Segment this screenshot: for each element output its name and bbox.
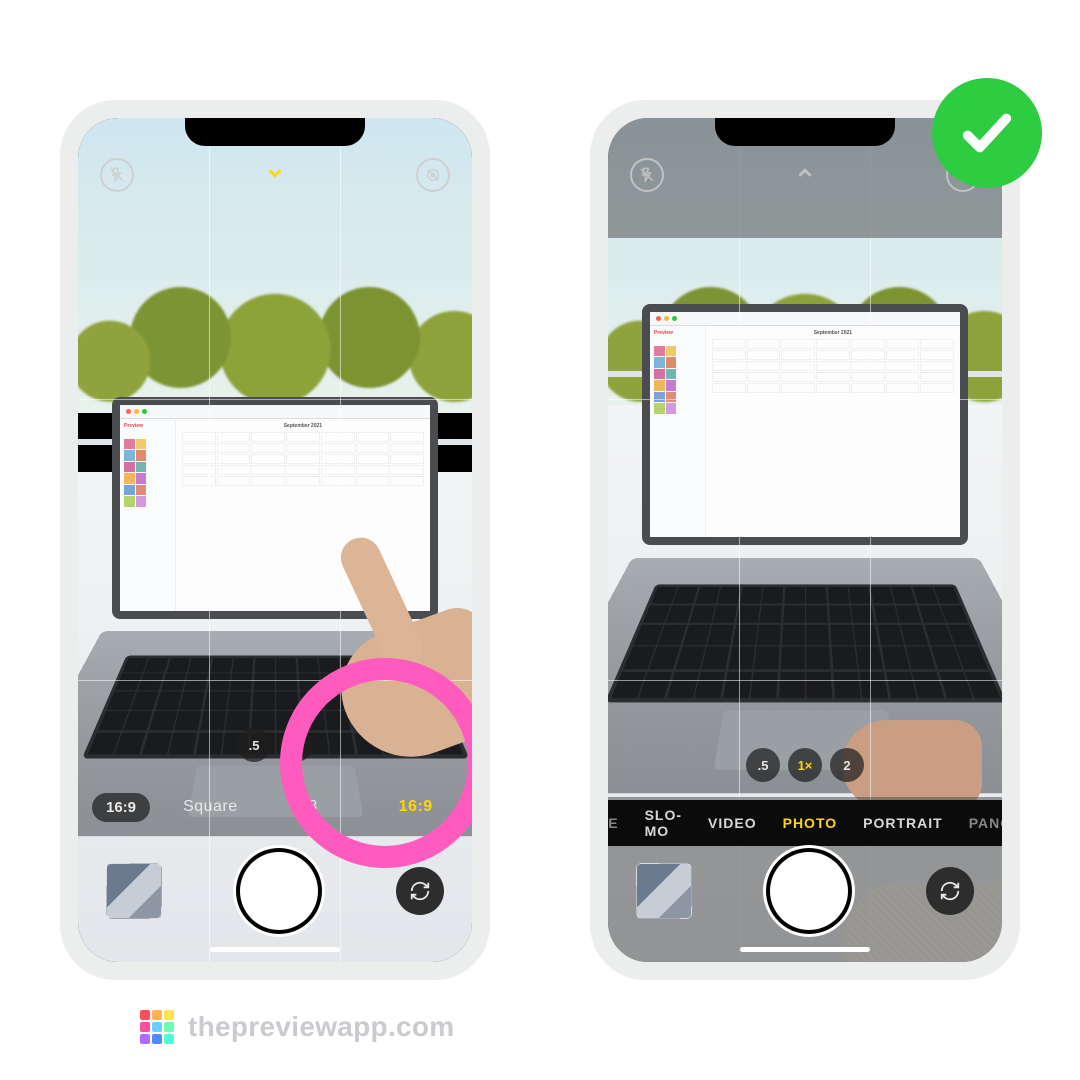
zoom-option-1x[interactable]: 1×	[279, 728, 313, 762]
checkmark-badge	[932, 78, 1042, 188]
calendar-grid	[712, 339, 954, 393]
home-indicator[interactable]	[740, 947, 870, 952]
chevron-up-icon[interactable]	[794, 162, 816, 189]
zoom-controls[interactable]: .5 1×	[237, 728, 313, 762]
flip-camera-icon[interactable]	[926, 867, 974, 915]
mode-slomo[interactable]: SLO-MO	[645, 807, 682, 839]
hand-pointing	[302, 523, 472, 753]
aspect-option-4-3[interactable]: 3	[271, 798, 356, 816]
calendar-grid	[182, 432, 424, 486]
zoom-controls[interactable]: .5 1× 2	[746, 748, 864, 782]
zoom-option-2[interactable]: 2	[830, 748, 864, 782]
phone-right-screen: Preview	[608, 118, 1002, 962]
hand-on-trackpad	[812, 640, 982, 810]
flash-off-icon[interactable]	[630, 158, 664, 192]
preview-thumb-grid	[124, 439, 146, 507]
aspect-ratio-strip[interactable]: 16:9 Square 3 16:9	[78, 784, 472, 830]
zoom-option-0.5[interactable]: .5	[746, 748, 780, 782]
mode-photo[interactable]: PHOTO	[783, 815, 838, 831]
flash-off-icon[interactable]	[100, 158, 134, 192]
capture-mode-strip[interactable]: SE SLO-MO VIDEO PHOTO PORTRAIT PANO	[608, 800, 1002, 846]
last-photo-thumbnail[interactable]	[106, 863, 162, 919]
mode-portrait[interactable]: PORTRAIT	[863, 815, 943, 831]
shutter-button[interactable]	[770, 852, 848, 930]
calendar-month-label: September 2021	[712, 330, 954, 336]
aspect-option-square[interactable]: Square	[168, 798, 253, 816]
mode-video[interactable]: VIDEO	[708, 815, 757, 831]
calendar-month-label: September 2021	[182, 423, 424, 429]
shutter-button[interactable]	[240, 852, 318, 930]
laptop-app-name: Preview	[654, 330, 701, 336]
notch	[185, 118, 365, 146]
zoom-option-1x[interactable]: 1×	[788, 748, 822, 782]
aspect-option-16-9[interactable]: 16:9	[373, 798, 458, 816]
last-photo-thumbnail[interactable]	[636, 863, 692, 919]
camera-top-bar	[78, 158, 472, 192]
home-indicator[interactable]	[210, 947, 340, 952]
watermark: thepreviewapp.com	[140, 1010, 455, 1044]
mode-timelapse[interactable]: SE	[608, 815, 619, 831]
live-off-icon[interactable]	[416, 158, 450, 192]
phone-left-frame: Preview	[60, 100, 490, 980]
viewfinder[interactable]: Preview	[78, 118, 472, 962]
flip-camera-icon[interactable]	[396, 867, 444, 915]
aspect-current-chip[interactable]: 16:9	[92, 793, 150, 822]
previewapp-logo-icon	[140, 1010, 174, 1044]
camera-scene: Preview	[78, 118, 472, 962]
mode-pano[interactable]: PANO	[969, 815, 1002, 831]
notch	[715, 118, 895, 146]
watermark-text: thepreviewapp.com	[188, 1011, 455, 1043]
phone-left-screen: Preview	[78, 118, 472, 962]
preview-thumb-grid	[654, 346, 676, 414]
camera-bottom-controls	[78, 846, 472, 936]
phone-right-frame: Preview	[590, 100, 1020, 980]
laptop-app-name: Preview	[124, 423, 171, 429]
chevron-down-icon[interactable]	[264, 162, 286, 189]
camera-bottom-controls	[608, 846, 1002, 936]
zoom-option-0.5[interactable]: .5	[237, 728, 271, 762]
